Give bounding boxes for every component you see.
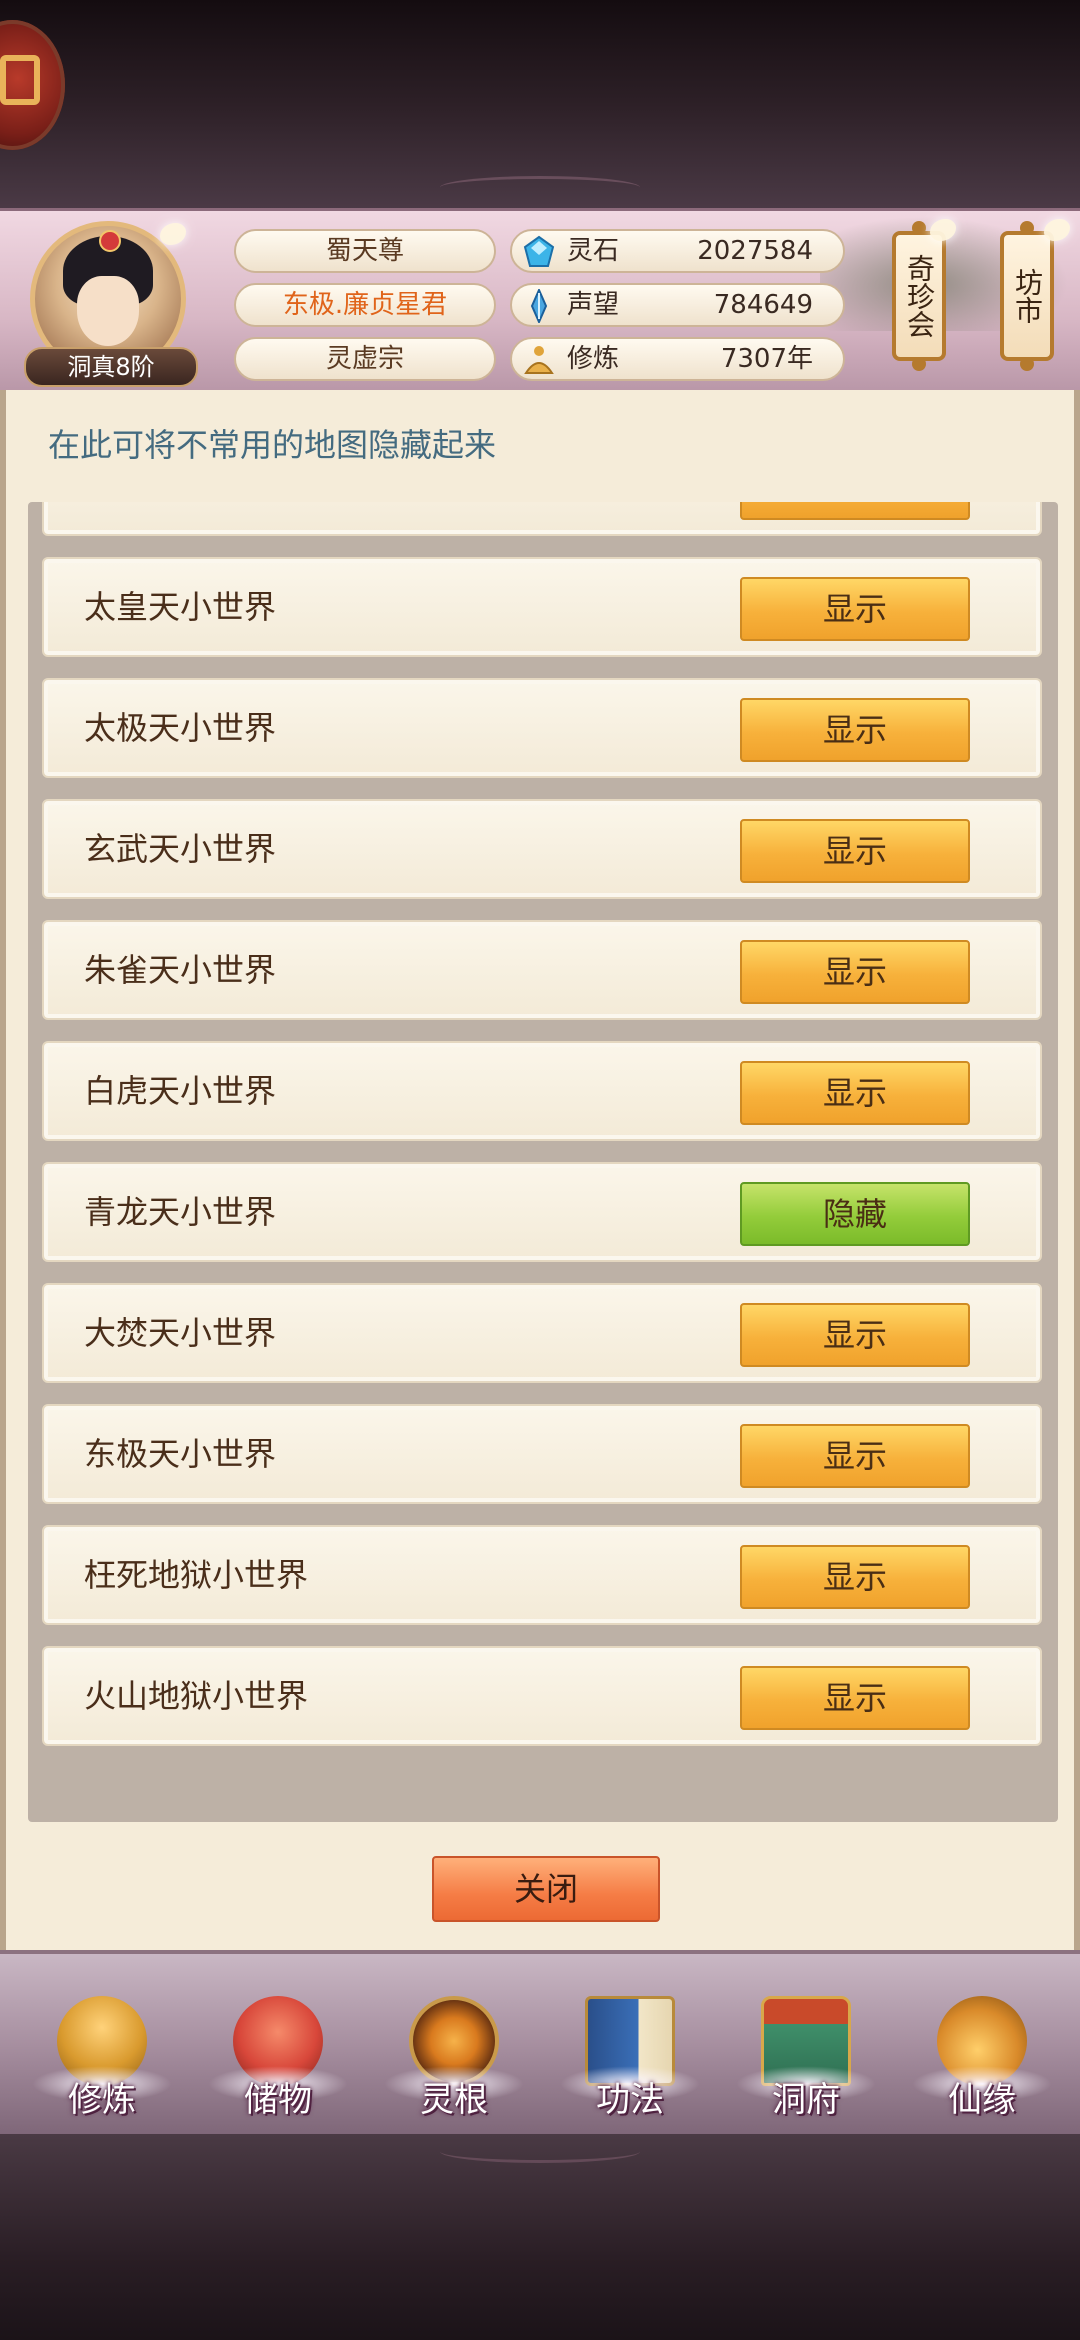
avatar-gem <box>99 230 121 252</box>
list-item: 朱雀天小世界 显示 <box>42 920 1042 1020</box>
list-item: 皇笳天小世界 显示 <box>42 502 1042 536</box>
map-name: 青龙天小世界 <box>84 1193 277 1231</box>
map-name: 东极天小世界 <box>84 1435 277 1473</box>
nav-label: 功法 <box>596 2080 664 2120</box>
stat-prestige: 声望 784649 <box>510 283 845 327</box>
list-item: 玄武天小世界 显示 <box>42 799 1042 899</box>
list-item: 白虎天小世界 显示 <box>42 1041 1042 1141</box>
emblem-glyph <box>0 55 40 105</box>
nav-label: 修炼 <box>68 2080 136 2120</box>
divider-ornament <box>440 176 640 199</box>
toggle-visibility-button[interactable]: 显示 <box>740 940 970 1004</box>
list-item: 火山地狱小世界 显示 <box>42 1646 1042 1746</box>
stat-value: 7307年 <box>720 344 813 374</box>
map-name: 枉死地狱小世界 <box>84 1556 309 1594</box>
bottom-nav: 修炼 储物 灵根 功法 洞府 仙缘 <box>0 1950 1080 2138</box>
list-item: 太极天小世界 显示 <box>42 678 1042 778</box>
nav-item-spirit-root[interactable]: 灵根 <box>366 1954 542 2134</box>
nav-item-storage[interactable]: 储物 <box>190 1954 366 2134</box>
list-item: 太皇天小世界 显示 <box>42 557 1042 657</box>
toggle-visibility-button[interactable]: 显示 <box>740 698 970 762</box>
toggle-visibility-button[interactable]: 显示 <box>740 1424 970 1488</box>
stat-label: 声望 <box>567 290 620 320</box>
stat-label: 修炼 <box>567 344 620 374</box>
toggle-visibility-button[interactable]: 显示 <box>740 577 970 641</box>
player-title: 东极.廉贞星君 <box>234 283 496 327</box>
map-name: 大焚天小世界 <box>84 1314 277 1352</box>
nav-label: 仙缘 <box>948 2080 1016 2120</box>
list-item: 东极天小世界 显示 <box>42 1404 1042 1504</box>
map-name: 朱雀天小世界 <box>84 951 277 989</box>
nav-label: 储物 <box>244 2080 312 2120</box>
map-name: 火山地狱小世界 <box>84 1677 309 1715</box>
close-button[interactable]: 关闭 <box>432 1856 660 1922</box>
toggle-visibility-button[interactable]: 显示 <box>740 1303 970 1367</box>
map-name: 太极天小世界 <box>84 709 277 747</box>
bottom-ornament <box>440 2140 640 2163</box>
nav-item-techniques[interactable]: 功法 <box>542 1954 718 2134</box>
nav-item-fortune[interactable]: 仙缘 <box>894 1954 1070 2134</box>
map-list[interactable]: 皇笳天小世界 显示 太皇天小世界 显示 太极天小世界 显示 玄武天小世界 显示 … <box>28 502 1058 1822</box>
market-button[interactable]: 坊市 <box>1000 221 1054 371</box>
toggle-visibility-button[interactable]: 显示 <box>740 819 970 883</box>
toggle-visibility-button[interactable]: 显示 <box>740 1061 970 1125</box>
list-item: 青龙天小世界 隐藏 <box>42 1162 1042 1262</box>
toggle-visibility-button[interactable]: 隐藏 <box>740 1182 970 1246</box>
nav-item-cave-mansion[interactable]: 洞府 <box>718 1954 894 2134</box>
bottom-backdrop <box>0 2134 1080 2340</box>
list-item: 枉死地狱小世界 显示 <box>42 1525 1042 1625</box>
nav-item-cultivate[interactable]: 修炼 <box>14 1954 190 2134</box>
stat-spirit-stone: 灵石 2027584 <box>510 229 845 273</box>
rank-badge: 洞真8阶 <box>24 347 198 387</box>
cultivation-icon <box>524 346 554 374</box>
map-name: 白虎天小世界 <box>84 1072 277 1110</box>
toggle-visibility-button[interactable]: 显示 <box>740 1666 970 1730</box>
map-name: 太皇天小世界 <box>84 588 277 626</box>
panel-hint: 在此可将不常用的地图隐藏起来 <box>48 426 497 464</box>
stat-value: 2027584 <box>697 236 813 266</box>
list-item: 大焚天小世界 显示 <box>42 1283 1042 1383</box>
nav-label: 灵根 <box>420 2080 488 2120</box>
spirit-stone-icon <box>523 235 555 267</box>
avatar-face <box>77 276 139 346</box>
prestige-icon <box>530 289 548 323</box>
player-name: 蜀天尊 <box>234 229 496 273</box>
toggle-visibility-button[interactable]: 显示 <box>740 1545 970 1609</box>
map-visibility-panel: 在此可将不常用的地图隐藏起来 皇笳天小世界 显示 太皇天小世界 显示 太极天小世… <box>0 390 1080 1950</box>
toggle-visibility-button[interactable]: 显示 <box>740 502 970 520</box>
treasure-fair-button[interactable]: 奇珍会 <box>892 221 946 371</box>
map-name: 皇笳天小世界 <box>84 502 276 534</box>
player-sect: 灵虚宗 <box>234 337 496 381</box>
profile-header: 洞真8阶 蜀天尊 东极.廉贞星君 灵虚宗 灵石 2027584 声望 78464… <box>0 208 1080 394</box>
butterfly-icon <box>160 223 186 245</box>
stat-cultivation: 修炼 7307年 <box>510 337 845 381</box>
nav-label: 洞府 <box>772 2080 840 2120</box>
map-name: 玄武天小世界 <box>84 830 277 868</box>
stat-value: 784649 <box>713 290 813 320</box>
stat-label: 灵石 <box>567 236 620 266</box>
